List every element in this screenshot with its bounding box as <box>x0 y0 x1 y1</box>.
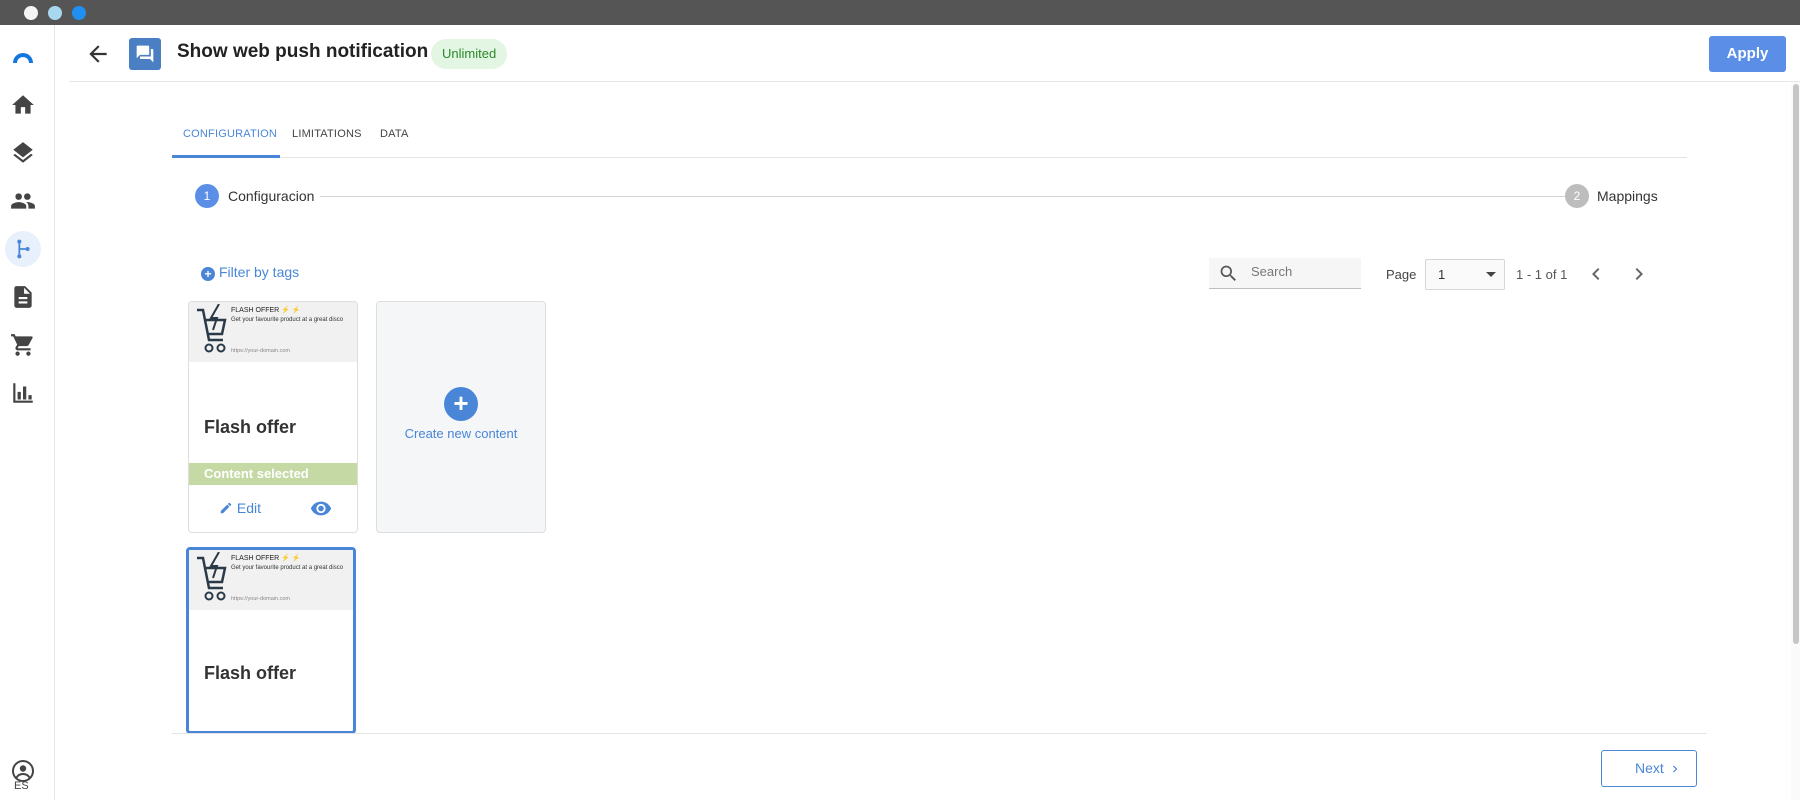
home-icon[interactable] <box>10 92 36 118</box>
layers-icon[interactable] <box>10 140 36 166</box>
step-2-number: 2 <box>1565 184 1589 208</box>
app-logo-icon[interactable] <box>10 45 36 71</box>
page-select-value: 1 <box>1438 267 1446 282</box>
dropdown-caret-icon <box>1486 272 1496 277</box>
content-card[interactable]: FLASH OFFER ⚡ ⚡ Get your favourite produ… <box>186 547 356 734</box>
create-content-card[interactable]: + Create new content <box>376 301 546 533</box>
notification-type-badge <box>129 38 161 70</box>
window-close-dot[interactable] <box>24 6 38 20</box>
preview-eye-icon[interactable] <box>310 499 332 517</box>
tab-limitations[interactable]: LIMITATIONS <box>292 128 362 140</box>
search-box <box>1209 258 1361 289</box>
page-select[interactable]: 1 <box>1425 259 1505 290</box>
step-2-label: Mappings <box>1597 188 1658 204</box>
thumb-title: FLASH OFFER ⚡ ⚡ <box>231 555 301 562</box>
next-page-icon[interactable] <box>1627 262 1651 286</box>
card-thumbnail: FLASH OFFER ⚡ ⚡ Get your favourite produ… <box>189 302 357 362</box>
thumb-description: Get your favourite product at a great di… <box>231 565 344 571</box>
step-connector <box>320 196 1565 197</box>
people-icon[interactable] <box>10 188 36 214</box>
page-title: Show web push notification <box>177 41 429 62</box>
pagination-range: 1 - 1 of 1 <box>1516 267 1568 282</box>
page-label: Page <box>1386 267 1417 282</box>
thumb-url: https://your-domain.com <box>231 348 290 354</box>
edit-label: Edit <box>236 500 262 516</box>
next-button[interactable]: Next <box>1601 750 1697 787</box>
filter-by-tags-label: Filter by tags <box>219 264 300 280</box>
edit-button[interactable]: Edit <box>219 500 261 516</box>
shopping-cart-lightning-icon <box>197 304 227 353</box>
add-circle-icon: + <box>201 267 215 281</box>
window-titlebar <box>0 0 1800 25</box>
flow-icon <box>17 239 30 259</box>
search-icon <box>1220 265 1236 281</box>
next-label: Next <box>1635 760 1664 776</box>
stepper: 1 Configuracion 2 Mappings <box>172 183 1687 209</box>
chevron-right-icon <box>1673 765 1678 773</box>
previous-page-icon[interactable] <box>1584 262 1608 286</box>
flow-nav-active[interactable] <box>5 231 41 267</box>
search-input[interactable] <box>1251 264 1351 279</box>
content-card[interactable]: FLASH OFFER ⚡ ⚡ Get your favourite produ… <box>188 301 358 533</box>
active-tab-indicator <box>172 155 280 158</box>
chat-icon <box>136 45 154 63</box>
apply-button[interactable]: Apply <box>1709 36 1786 72</box>
tab-bar: CONFIGURATION LIMITATIONS DATA <box>172 118 1687 158</box>
window-minimize-dot[interactable] <box>48 6 62 20</box>
card-thumbnail: FLASH OFFER ⚡ ⚡ Get your favourite produ… <box>189 550 353 610</box>
card-title: Flash offer <box>204 663 297 683</box>
cart-icon[interactable] <box>10 332 36 358</box>
chart-icon[interactable] <box>10 380 36 406</box>
window-maximize-dot[interactable] <box>72 6 86 20</box>
page-header: Show web push notification Unlimited App… <box>69 25 1800 82</box>
step-1-number: 1 <box>195 184 219 208</box>
card-title: Flash offer <box>204 417 297 437</box>
scrollbar-thumb[interactable] <box>1793 84 1799 644</box>
card-actions: Edit <box>189 485 357 532</box>
sidebar: ES <box>0 25 55 800</box>
content-selected-bar: Content selected <box>189 463 357 485</box>
status-badge: Unlimited <box>431 39 508 69</box>
pencil-icon <box>220 502 232 514</box>
footer-divider <box>172 733 1707 734</box>
shopping-cart-lightning-icon <box>197 552 227 601</box>
filter-by-tags-link[interactable]: + Filter by tags <box>201 264 299 284</box>
thumb-description: Get your favourite product at a great di… <box>231 317 344 323</box>
document-icon[interactable] <box>10 284 36 310</box>
create-content-label: Create new content <box>404 426 518 441</box>
thumb-title: FLASH OFFER ⚡ ⚡ <box>231 307 301 314</box>
language-label[interactable]: ES <box>14 780 29 792</box>
tab-data[interactable]: DATA <box>380 128 409 140</box>
step-1-label: Configuracion <box>228 188 315 204</box>
back-arrow-icon[interactable] <box>85 41 111 67</box>
thumb-url: https://your-domain.com <box>231 596 290 602</box>
add-circle-icon: + <box>444 387 478 421</box>
tab-configuration[interactable]: CONFIGURATION <box>183 128 277 140</box>
